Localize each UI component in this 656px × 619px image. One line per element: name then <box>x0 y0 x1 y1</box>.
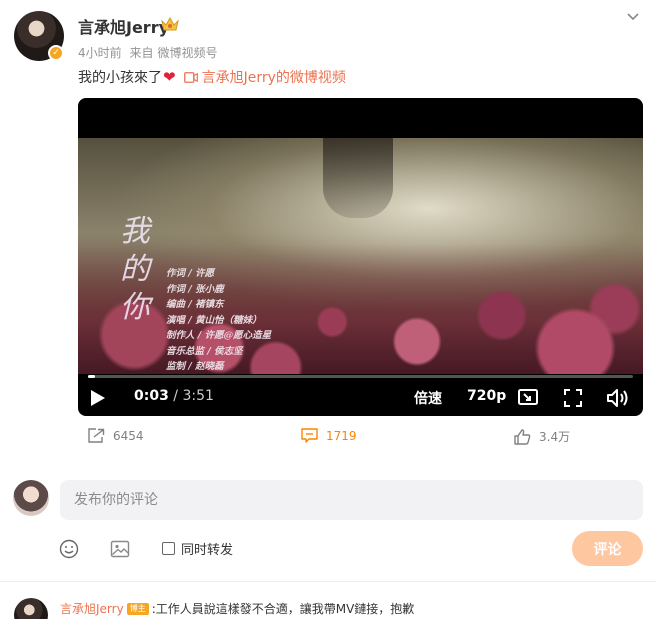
video-link[interactable]: 言承旭Jerry的微博视频 <box>183 67 346 87</box>
emoji-icon[interactable] <box>59 539 79 559</box>
author-badge: 博主 <box>126 602 149 615</box>
comment-count: 1719 <box>326 428 357 443</box>
credit-line: 监制 / 赵晓磊 <box>166 361 224 372</box>
quality-button[interactable]: 720p <box>467 388 506 404</box>
speed-button[interactable]: 倍速 <box>414 388 442 408</box>
video-title-overlay: 我的你 <box>120 214 150 325</box>
image-icon[interactable] <box>110 539 130 559</box>
time-separator: / <box>168 388 183 404</box>
credit-line: 制作人 / 许愿@愿心造星 <box>166 330 272 341</box>
post-text: 我的小孩來了 ❤ 言承旭Jerry的微博视频 <box>78 67 346 87</box>
divider <box>0 581 656 582</box>
comment-button[interactable]: 1719 <box>301 428 357 443</box>
like-button[interactable]: 3.4万 <box>514 428 570 445</box>
comment-icon <box>301 428 318 443</box>
post-body: 我的小孩來了 <box>78 70 162 86</box>
post-meta: 4小时前 来自 微博视频号 <box>78 44 222 61</box>
video-credits: 作词 / 许愿 作词 / 张小鹿 编曲 / 褚镇东 演唱 / 黄山怡（糖妹） 制… <box>166 266 271 374</box>
fullscreen-icon[interactable] <box>564 389 582 407</box>
video-time: 0:03 / 3:51 <box>134 388 214 404</box>
video-scene-petals <box>78 244 643 374</box>
comment-input[interactable] <box>60 480 643 520</box>
video-frame[interactable]: 我的你 作词 / 许愿 作词 / 张小鹿 编曲 / 褚镇东 演唱 / 黄山怡（糖… <box>78 138 643 374</box>
like-count: 3.4万 <box>539 430 571 444</box>
video-controls: 0:03 / 3:51 倍速 720p <box>78 380 643 416</box>
video-player[interactable]: 我的你 作词 / 许愿 作词 / 张小鹿 编曲 / 褚镇东 演唱 / 黄山怡（糖… <box>78 98 643 416</box>
verified-badge-icon: ✓ <box>48 45 64 61</box>
crown-icon <box>161 16 179 31</box>
heart-emoji-icon: ❤ <box>163 68 176 86</box>
credit-line: 音乐总监 / 侯志坚 <box>166 345 243 357</box>
reply-content: 言承旭Jerry 博主 :工作人員說這樣發不合適，讓我帶MV鏈接，抱歉 <box>60 600 414 617</box>
author-name[interactable]: 言承旭Jerry <box>78 14 169 38</box>
video-link-icon <box>183 71 198 83</box>
reply-text: :工作人員說這樣發不合適，讓我帶MV鏈接，抱歉 <box>151 602 415 616</box>
repost-icon <box>88 428 105 443</box>
chevron-down-icon[interactable] <box>625 8 641 24</box>
play-icon[interactable] <box>90 389 106 407</box>
repost-checkbox[interactable] <box>162 542 175 555</box>
thumbs-up-icon <box>514 428 531 445</box>
reply-avatar[interactable] <box>14 598 48 619</box>
video-link-text[interactable]: 言承旭Jerry的微博视频 <box>202 67 346 87</box>
repost-toggle[interactable]: 同时转发 <box>162 539 233 558</box>
credit-line: 编曲 / 褚镇东 <box>166 299 224 310</box>
post-time[interactable]: 4小时前 <box>78 46 122 60</box>
repost-count: 6454 <box>113 428 144 443</box>
picture-in-picture-icon[interactable] <box>518 389 538 407</box>
video-progress-bar[interactable] <box>88 375 633 378</box>
source-prefix: 来自 <box>129 46 154 60</box>
volume-icon[interactable] <box>606 388 630 408</box>
current-user-avatar[interactable] <box>13 480 49 516</box>
credit-line: 作词 / 许愿 <box>166 268 215 279</box>
current-time: 0:03 <box>134 388 169 404</box>
video-scene-figure <box>323 138 393 218</box>
reply-username[interactable]: 言承旭Jerry <box>60 600 124 617</box>
repost-toggle-label: 同时转发 <box>181 543 234 558</box>
repost-button[interactable]: 6454 <box>88 428 144 443</box>
video-progress-fill <box>88 375 96 378</box>
post-source[interactable]: 微博视频号 <box>157 46 217 60</box>
credit-line: 演唱 / 黄山怡（糖妹） <box>166 314 262 326</box>
credit-line: 作词 / 张小鹿 <box>166 283 224 295</box>
submit-comment-button[interactable]: 评论 <box>572 531 643 566</box>
duration: 3:51 <box>182 388 214 404</box>
